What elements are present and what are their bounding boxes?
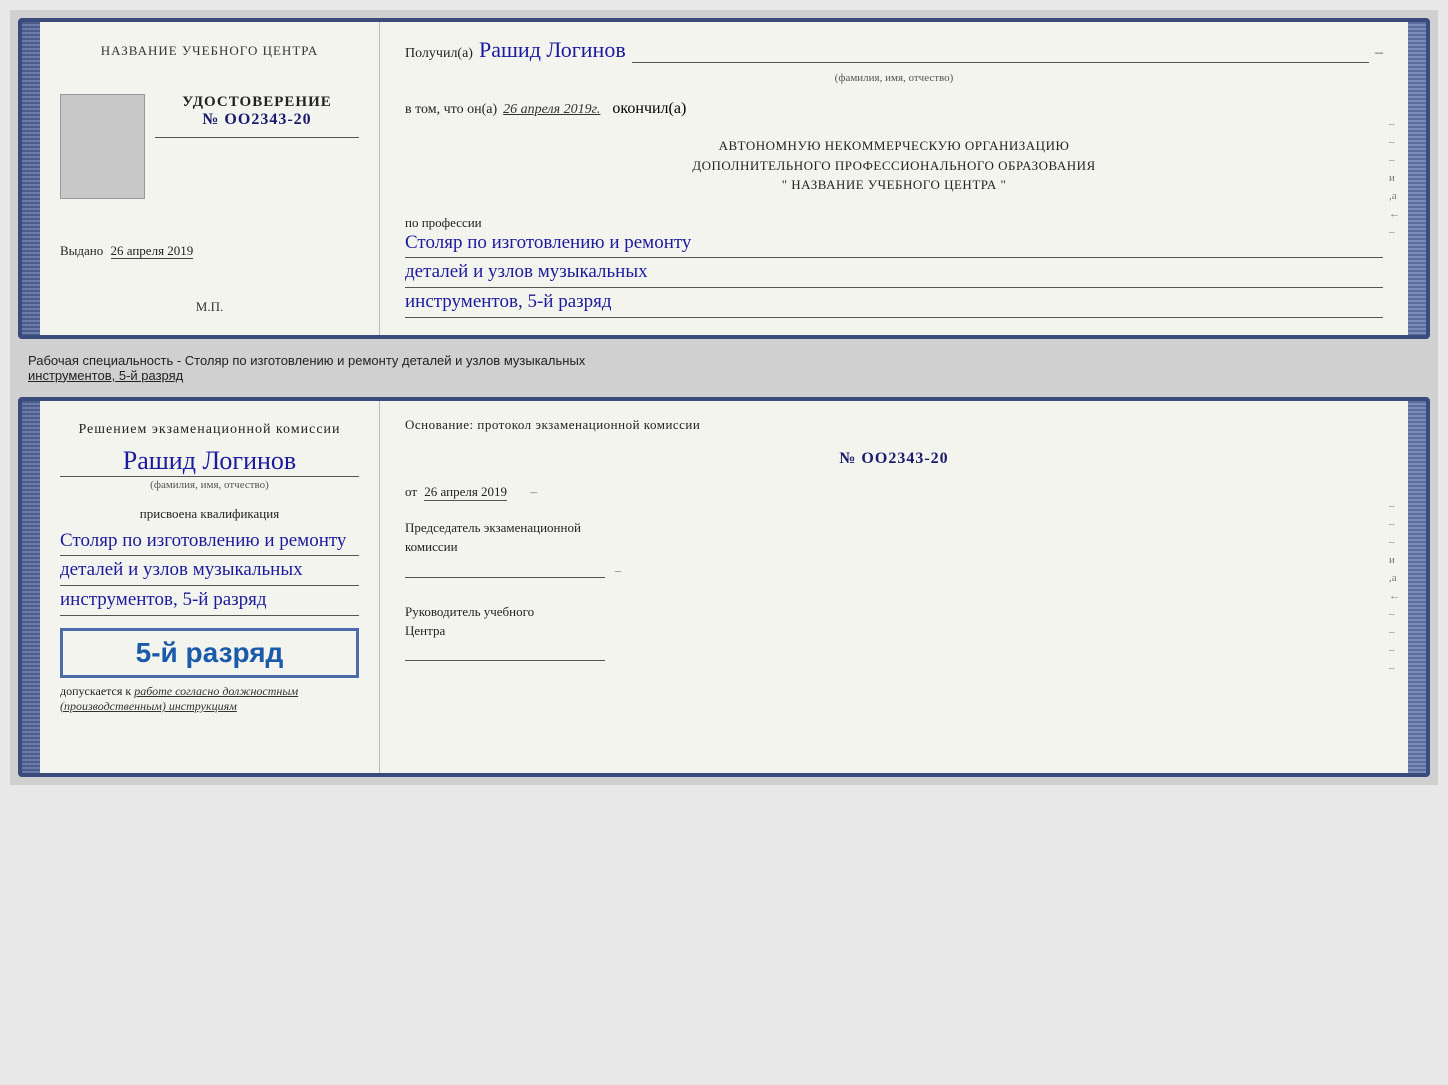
profession-line1: Столяр по изготовлению и ремонту xyxy=(405,231,1383,259)
date-prefix: от xyxy=(405,484,417,499)
spine-right-top xyxy=(1408,22,1426,335)
руководитель-signature-line xyxy=(405,660,605,661)
bottom-person-name: Рашид Логинов xyxy=(123,446,296,475)
profession-line3: инструментов, 5-й разряд xyxy=(405,290,1383,318)
spine-left xyxy=(22,22,40,335)
profession-section: по профессии Столяр по изготовлению и ре… xyxy=(405,209,1383,320)
left-top-section: УДОСТОВЕРЕНИЕ № OO2343-20 xyxy=(60,94,359,199)
decision-section: Решением экзаменационной комиссии xyxy=(60,419,359,440)
bottom-qualification-card: Решением экзаменационной комиссии Рашид … xyxy=(18,397,1430,777)
received-section: Получил(а) Рашид Логинов – xyxy=(405,37,1383,64)
qual-lines: Столяр по изготовлению и ремонту деталей… xyxy=(60,529,359,618)
stamp-box: 5-й разряд xyxy=(60,628,359,678)
profession-prefix: по профессии xyxy=(405,215,1383,231)
руководитель-line1: Руководитель учебного xyxy=(405,602,1383,622)
chairman-line2: комиссии xyxy=(405,537,1383,557)
spine-right-bottom xyxy=(1408,401,1426,773)
date-section: от 26 апреля 2019 – xyxy=(405,484,1383,500)
bottom-card-left: Решением экзаменационной комиссии Рашид … xyxy=(40,401,380,773)
руководитель-block: Руководитель учебного Центра xyxy=(405,602,1383,661)
right-edge-bottom: – – – и ,а ← – – – – xyxy=(1389,500,1400,674)
udostoverenie-label: УДОСТОВЕРЕНИЕ xyxy=(155,94,359,111)
udost-number-section: УДОСТОВЕРЕНИЕ № OO2343-20 xyxy=(155,94,359,146)
cert-number: № OO2343-20 xyxy=(155,111,359,129)
chairman-line1: Председатель экзаменационной xyxy=(405,518,1383,538)
org-block: АВТОНОМНУЮ НЕКОММЕРЧЕСКУЮ ОРГАНИЗАЦИЮ ДО… xyxy=(405,136,1383,195)
stamp-text: 5-й разряд xyxy=(73,637,346,669)
recipient-name: Рашид Логинов xyxy=(479,37,626,63)
osnov-label: Основание: протокол экзаменационной коми… xyxy=(405,417,700,432)
руководитель-line2: Центра xyxy=(405,621,1383,641)
issued-line: Выдано 26 апреля 2019 xyxy=(60,243,359,259)
org-line1: АВТОНОМНУЮ НЕКОММЕРЧЕСКУЮ ОРГАНИЗАЦИЮ xyxy=(405,136,1383,156)
qual-line1: Столяр по изготовлению и ремонту xyxy=(60,529,359,557)
org-line2: ДОПОЛНИТЕЛЬНОГО ПРОФЕССИОНАЛЬНОГО ОБРАЗО… xyxy=(405,156,1383,176)
chairman-block: Председатель экзаменационной комиссии – xyxy=(405,518,1383,579)
issued-label: Выдано xyxy=(60,243,103,258)
profession-line2: деталей и узлов музыкальных xyxy=(405,260,1383,288)
card-inner-top: НАЗВАНИЕ УЧЕБНОГО ЦЕНТРА УДОСТОВЕРЕНИЕ №… xyxy=(40,22,1408,335)
допускается-prefix: допускается к xyxy=(60,684,131,698)
proto-number: № OO2343-20 xyxy=(405,450,1383,468)
допускается-section: допускается к работе согласно должностны… xyxy=(60,684,359,714)
qualification-prefix: присвоена квалификация xyxy=(140,506,279,521)
completion-date: 26 апреля 2019г. xyxy=(503,102,600,118)
received-prefix: Получил(а) xyxy=(405,46,473,62)
bottom-name-label: (фамилия, имя, отчество) xyxy=(60,479,359,491)
инструкциям-text: (производственным) инструкциям xyxy=(60,699,237,713)
qualification-prefix-section: присвоена квалификация xyxy=(60,505,359,523)
in-that-section: в том, что он(а) 26 апреля 2019г. окончи… xyxy=(405,100,1383,122)
top-card-right: Получил(а) Рашид Логинов – (фамилия, имя… xyxy=(380,22,1408,335)
org-line3: " НАЗВАНИЕ УЧЕБНОГО ЦЕНТРА " xyxy=(405,175,1383,195)
qual-line3: инструментов, 5-й разряд xyxy=(60,588,359,616)
top-card-left: НАЗВАНИЕ УЧЕБНОГО ЦЕНТРА УДОСТОВЕРЕНИЕ №… xyxy=(40,22,380,335)
top-certificate-card: НАЗВАНИЕ УЧЕБНОГО ЦЕНТРА УДОСТОВЕРЕНИЕ №… xyxy=(18,18,1430,339)
osnov-section: Основание: протокол экзаменационной коми… xyxy=(405,416,1383,434)
training-center-name: НАЗВАНИЕ УЧЕБНОГО ЦЕНТРА xyxy=(101,42,318,60)
chairman-signature-line xyxy=(405,577,605,578)
separator-text-underlined: инструментов, 5-й разряд xyxy=(28,368,183,383)
separator-section: Рабочая специальность - Столяр по изгото… xyxy=(18,347,1430,389)
допускается-text: работе согласно должностным xyxy=(134,684,298,698)
finished-label: окончил(а) xyxy=(606,100,692,118)
spine-left-bottom xyxy=(22,401,40,773)
bottom-card-right: Основание: протокол экзаменационной коми… xyxy=(380,401,1408,773)
card-inner-bottom: Решением экзаменационной комиссии Рашид … xyxy=(40,401,1408,773)
center-name-label: НАЗВАНИЕ УЧЕБНОГО ЦЕНТРА xyxy=(101,43,318,58)
mp-label: М.П. xyxy=(196,299,223,314)
in-that-prefix: в том, что он(а) xyxy=(405,102,497,118)
qual-line2: деталей и узлов музыкальных xyxy=(60,558,359,586)
decision-text: Решением экзаменационной комиссии xyxy=(60,419,359,440)
issued-section: Выдано 26 апреля 2019 xyxy=(60,233,359,259)
page-wrapper: НАЗВАНИЕ УЧЕБНОГО ЦЕНТРА УДОСТОВЕРЕНИЕ №… xyxy=(10,10,1438,785)
name-label-top: (фамилия, имя, отчество) xyxy=(405,72,1383,84)
mp-section: М.П. xyxy=(196,299,223,315)
date-value: 26 апреля 2019 xyxy=(424,484,507,501)
separator-text-start: Рабочая специальность - Столяр по изгото… xyxy=(28,353,585,368)
issued-date: 26 апреля 2019 xyxy=(111,243,194,259)
bottom-person-section: Рашид Логинов (фамилия, имя, отчество) xyxy=(60,446,359,499)
photo-placeholder xyxy=(60,94,145,199)
right-edge-top: – – – и ,а ← – xyxy=(1389,118,1400,238)
